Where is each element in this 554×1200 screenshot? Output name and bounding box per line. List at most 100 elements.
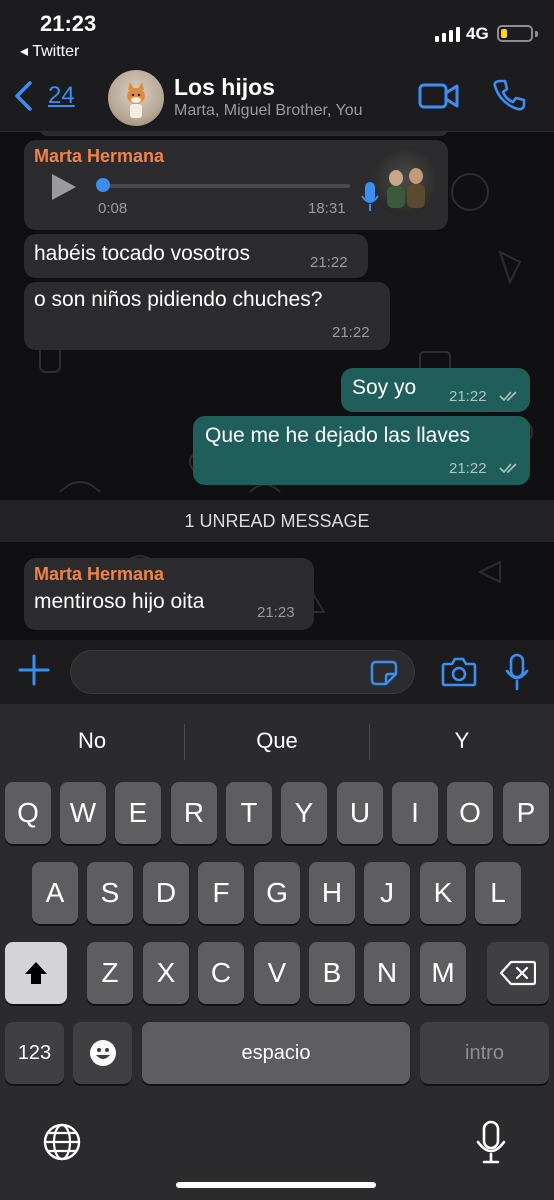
message-time: 21:22 — [449, 460, 487, 477]
play-icon[interactable] — [52, 174, 76, 200]
message-text: mentiroso hijo oita — [34, 590, 205, 613]
chat-header: 24 Los hijos Marta, Miguel Brother, You — [0, 62, 554, 132]
previous-message-edge — [40, 132, 448, 136]
key[interactable]: W — [60, 782, 106, 844]
sender-avatar — [372, 150, 438, 216]
back-to-app-link[interactable]: ◂ Twitter — [20, 41, 79, 61]
battery-icon — [497, 25, 533, 42]
message-bubble-out[interactable]: Que me he dejado las llaves 21:22 — [193, 416, 530, 485]
key[interactable]: Q — [5, 782, 51, 844]
key[interactable]: F — [198, 862, 244, 924]
shift-arrow-icon — [25, 962, 47, 984]
message-list[interactable]: Marta Hermana 0:08 18:31 habéis tocado v… — [0, 132, 554, 640]
message-bubble-in[interactable]: habéis tocado vosotros 21:22 — [24, 234, 368, 278]
suggestion[interactable]: No — [0, 704, 184, 778]
key[interactable]: M — [420, 942, 466, 1004]
home-indicator[interactable] — [176, 1182, 376, 1188]
key[interactable]: B — [309, 942, 355, 1004]
key[interactable]: J — [364, 862, 410, 924]
voice-progress-knob[interactable] — [96, 178, 110, 192]
attach-button[interactable] — [18, 654, 50, 686]
message-bubble-out[interactable]: Soy yo 21:22 — [341, 368, 530, 412]
dictation-mic-icon[interactable] — [476, 1120, 506, 1164]
sticker-button[interactable] — [370, 660, 398, 686]
voice-message[interactable]: Marta Hermana 0:08 18:31 — [24, 140, 448, 230]
microphone-icon — [505, 653, 529, 691]
key[interactable]: E — [115, 782, 161, 844]
key[interactable]: X — [143, 942, 189, 1004]
back-button[interactable]: 24 — [12, 76, 82, 116]
camera-icon — [441, 657, 477, 687]
message-time: 18:31 — [308, 200, 346, 217]
voice-progress-track[interactable] — [104, 184, 350, 188]
unread-chats-count[interactable]: 24 — [48, 82, 75, 110]
backspace-icon — [499, 960, 537, 986]
message-time: 21:22 — [310, 254, 348, 271]
chevron-left-icon — [15, 81, 32, 111]
delete-key[interactable] — [487, 942, 549, 1004]
key[interactable]: Z — [87, 942, 133, 1004]
key[interactable]: P — [503, 782, 549, 844]
key[interactable]: K — [420, 862, 466, 924]
message-input[interactable] — [70, 650, 415, 694]
phone-icon — [493, 79, 526, 111]
battery-level — [501, 29, 507, 38]
key[interactable]: G — [254, 862, 300, 924]
record-voice-button[interactable] — [505, 653, 529, 691]
fox-figure-icon — [127, 82, 145, 118]
suggestion[interactable]: Y — [370, 704, 554, 778]
battery-tip — [535, 31, 538, 37]
message-sender[interactable]: Marta Hermana — [34, 146, 164, 167]
sticker-icon — [370, 660, 398, 686]
message-text: o son niños pidiendo chuches? — [34, 288, 323, 311]
key[interactable]: R — [171, 782, 217, 844]
shift-key[interactable] — [5, 942, 67, 1004]
message-sender[interactable]: Marta Hermana — [34, 564, 164, 585]
camera-button[interactable] — [441, 656, 477, 688]
voice-elapsed: 0:08 — [98, 200, 128, 217]
video-camera-icon — [418, 83, 459, 109]
key[interactable]: C — [198, 942, 244, 1004]
message-bubble-in[interactable]: o son niños pidiendo chuches? 21:22 — [24, 282, 390, 350]
globe-icon[interactable] — [42, 1122, 82, 1162]
emoji-icon — [89, 1040, 116, 1066]
chat-members[interactable]: Marta, Miguel Brother, You — [174, 102, 363, 120]
key[interactable]: A — [32, 862, 78, 924]
key[interactable]: H — [309, 862, 355, 924]
status-time: 21:23 — [40, 11, 97, 36]
people-photo-icon — [387, 168, 425, 208]
space-key[interactable]: espacio — [142, 1022, 410, 1084]
message-text: Soy yo — [352, 376, 417, 399]
key[interactable]: L — [475, 862, 521, 924]
key[interactable]: O — [447, 782, 493, 844]
message-time: 21:23 — [257, 604, 295, 621]
read-ticks-icon — [499, 391, 517, 402]
composer-bar — [0, 640, 554, 704]
key[interactable]: Y — [281, 782, 327, 844]
group-avatar[interactable] — [108, 70, 164, 126]
key[interactable]: U — [337, 782, 383, 844]
microphone-icon — [361, 182, 379, 211]
voice-call-button[interactable] — [492, 78, 526, 112]
message-text: Que me he dejado las llaves — [205, 424, 470, 447]
read-ticks-icon — [499, 463, 517, 474]
emoji-key[interactable] — [73, 1022, 132, 1084]
key[interactable]: S — [87, 862, 133, 924]
keyboard: No Que Y Q W E R T Y U I O P A S D F G H… — [0, 704, 554, 1200]
plus-icon — [18, 654, 50, 686]
key[interactable]: N — [364, 942, 410, 1004]
network-type: 4G — [466, 24, 489, 43]
message-bubble-in[interactable]: Marta Hermana mentiroso hijo oita 21:23 — [24, 558, 314, 630]
signal-icon — [435, 26, 461, 42]
message-time: 21:22 — [449, 388, 487, 405]
suggestion[interactable]: Que — [185, 704, 369, 778]
video-call-button[interactable] — [418, 80, 460, 112]
key[interactable]: T — [226, 782, 272, 844]
key[interactable]: I — [392, 782, 438, 844]
return-key[interactable]: intro — [420, 1022, 549, 1084]
status-bar: 21:23 ◂ Twitter 4G — [0, 0, 554, 62]
numbers-key[interactable]: 123 — [5, 1022, 64, 1084]
chat-title[interactable]: Los hijos — [174, 74, 275, 101]
key[interactable]: D — [143, 862, 189, 924]
key[interactable]: V — [254, 942, 300, 1004]
